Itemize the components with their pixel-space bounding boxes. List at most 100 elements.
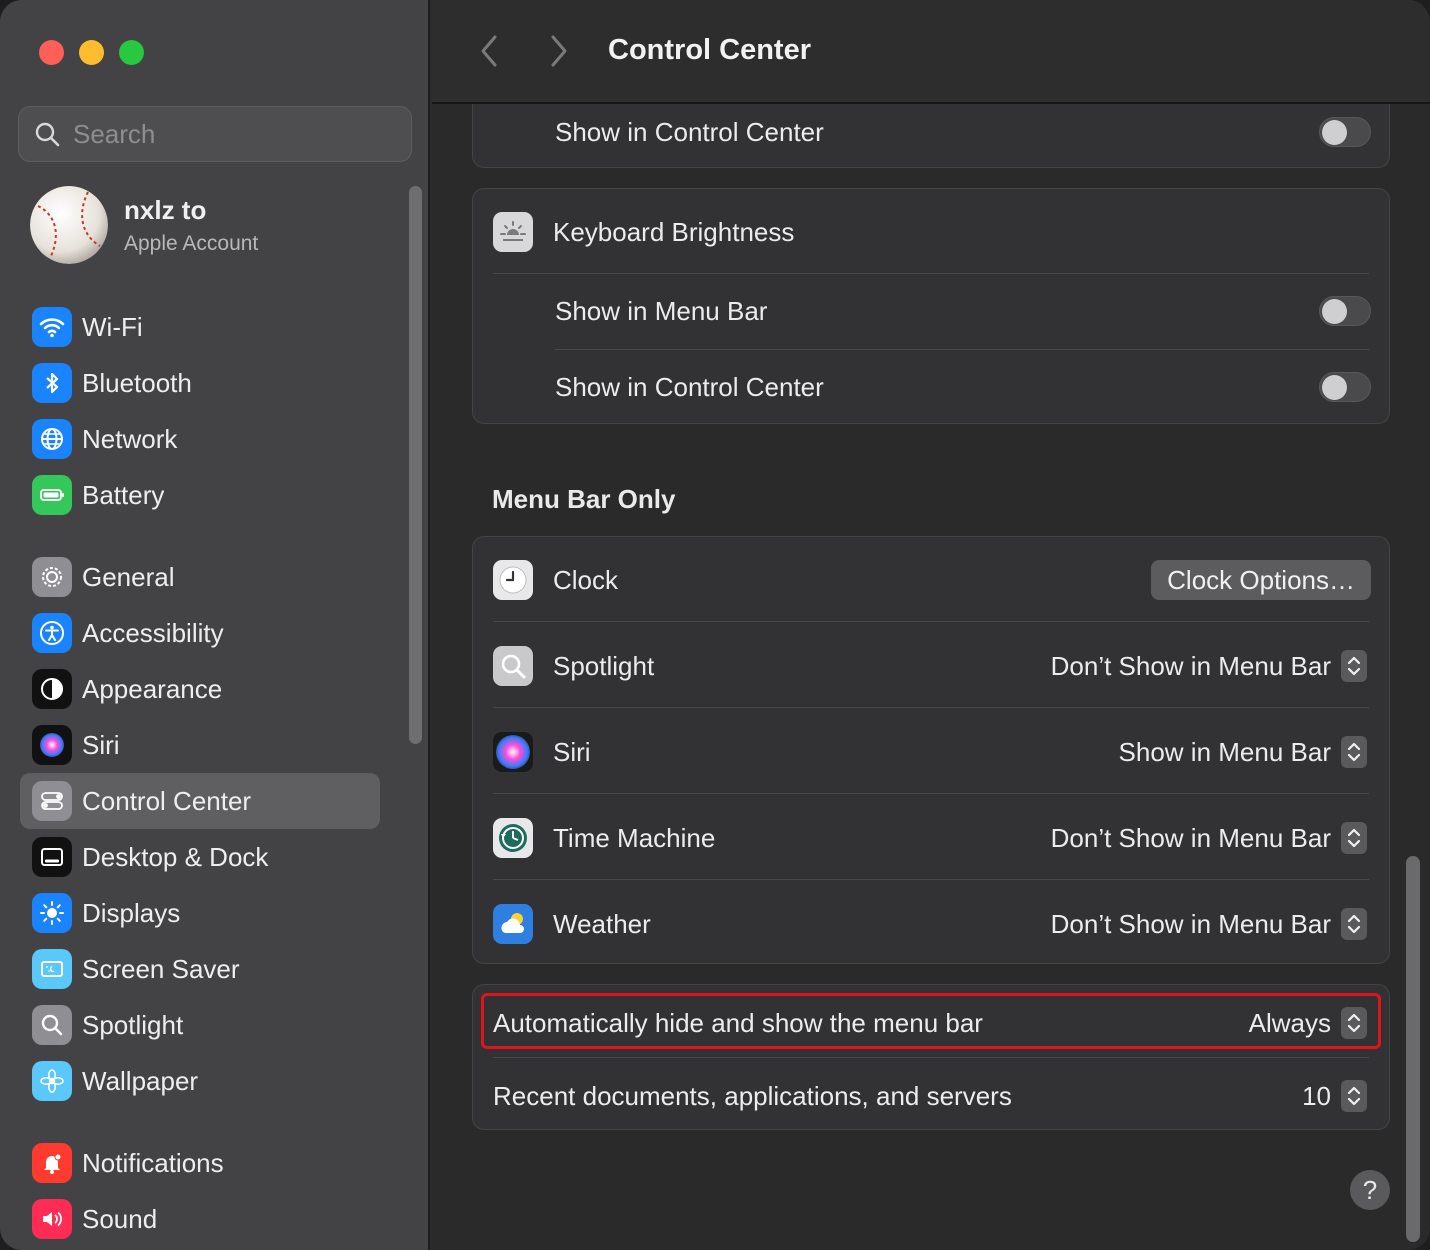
sidebar-item-label: Network — [82, 423, 178, 454]
sidebar-item-bluetooth[interactable]: Bluetooth — [20, 355, 380, 411]
siri-row: Siri Show in Menu Bar — [473, 729, 1391, 775]
recent-items-popup[interactable]: 10 — [1302, 1080, 1367, 1112]
battery-icon — [32, 475, 72, 515]
sidebar-item-sound[interactable]: Sound — [20, 1191, 380, 1247]
up-down-chevron-icon — [1341, 822, 1367, 854]
accessibility-icon — [32, 613, 72, 653]
search-icon — [35, 122, 60, 147]
zoom-window-button[interactable] — [119, 40, 144, 65]
up-down-chevron-icon — [1341, 650, 1367, 682]
keyboard-brightness-card: Keyboard Brightness Show in Menu Bar Sho… — [472, 188, 1390, 424]
sidebar-item-wallpaper[interactable]: Wallpaper — [20, 1053, 380, 1109]
close-window-button[interactable] — [39, 40, 64, 65]
gear-icon — [32, 557, 72, 597]
clock-options-button[interactable]: Clock Options… — [1151, 560, 1371, 600]
minimize-window-button[interactable] — [79, 40, 104, 65]
sidebar-item-wifi[interactable]: Wi-Fi — [20, 299, 380, 355]
weather-row: Weather Don’t Show in Menu Bar — [473, 901, 1391, 947]
sidebar-item-displays[interactable]: Displays — [20, 885, 380, 941]
dock-icon — [32, 837, 72, 877]
weather-menu-bar-popup[interactable]: Don’t Show in Menu Bar — [1051, 908, 1367, 940]
sidebar-item-label: Desktop & Dock — [82, 841, 269, 872]
sidebar-item-label: Screen Saver — [82, 953, 240, 984]
system-settings-window: nxlz to Apple Account Wi-Fi Bluetooth Ne… — [0, 0, 1430, 1250]
up-down-chevron-icon — [1341, 908, 1367, 940]
sidebar-item-label: Control Center — [82, 785, 252, 816]
row-label: Recent documents, applications, and serv… — [493, 1080, 1012, 1111]
show-in-control-center-toggle[interactable] — [1319, 117, 1371, 147]
sidebar-item-desktop-dock[interactable]: Desktop & Dock — [20, 829, 380, 885]
row-label: Show in Menu Bar — [555, 295, 768, 326]
avatar — [30, 186, 108, 264]
chevron-right-icon — [551, 35, 567, 67]
sidebar-item-label: Wallpaper — [82, 1065, 199, 1096]
account-subtitle: Apple Account — [124, 231, 259, 255]
sidebar-item-battery[interactable]: Battery — [20, 467, 380, 523]
sidebar-item-accessibility[interactable]: Accessibility — [20, 605, 380, 661]
bluetooth-icon — [32, 363, 72, 403]
apple-account[interactable]: nxlz to Apple Account — [30, 186, 258, 264]
account-name: nxlz to — [124, 194, 207, 225]
clock-row: Clock Clock Options… — [473, 557, 1391, 603]
sidebar-item-label: Battery — [82, 479, 165, 510]
time-machine-row: Time Machine Don’t Show in Menu Bar — [473, 815, 1391, 861]
sidebar-item-network[interactable]: Network — [20, 411, 380, 467]
time-machine-menu-bar-popup[interactable]: Don’t Show in Menu Bar — [1051, 822, 1367, 854]
main-pane: Control Center Show in Control Center Ke… — [432, 0, 1430, 1250]
sidebar-item-appearance[interactable]: Appearance — [20, 661, 380, 717]
sidebar: nxlz to Apple Account Wi-Fi Bluetooth Ne… — [0, 0, 430, 1250]
row-label: Show in Control Center — [555, 371, 824, 402]
back-button[interactable] — [474, 34, 504, 68]
up-down-chevron-icon — [1341, 1080, 1367, 1112]
popup-value: Don’t Show in Menu Bar — [1050, 650, 1331, 681]
sidebar-item-label: Accessibility — [82, 617, 224, 648]
sidebar-item-general[interactable]: General — [20, 549, 380, 605]
sidebar-item-notifications[interactable]: Notifications — [20, 1135, 380, 1191]
search-input[interactable] — [73, 118, 393, 150]
row-label: Siri — [553, 736, 591, 767]
sidebar-item-spotlight[interactable]: Spotlight — [20, 997, 380, 1053]
keyboard-show-in-menu-bar-toggle[interactable] — [1319, 296, 1371, 326]
globe-icon — [32, 419, 72, 459]
sun-icon — [32, 893, 72, 933]
sidebar-item-label: Sound — [82, 1203, 158, 1234]
screen-saver-icon — [32, 949, 72, 989]
search-field[interactable] — [18, 106, 412, 162]
keyboard-show-in-control-center-row: Show in Control Center — [473, 363, 1391, 411]
keyboard-show-in-control-center-toggle[interactable] — [1319, 372, 1371, 402]
sidebar-item-label: Notifications — [82, 1147, 224, 1178]
sidebar-item-control-center[interactable]: Control Center — [20, 773, 380, 829]
appearance-icon — [32, 669, 72, 709]
show-in-control-center-row: Show in Control Center — [473, 107, 1391, 157]
up-down-chevron-icon — [1341, 736, 1367, 768]
highlight-annotation — [481, 993, 1381, 1049]
row-label: Spotlight — [553, 650, 655, 681]
sidebar-scrollbar[interactable] — [409, 186, 422, 744]
keyboard-show-in-menu-bar-row: Show in Menu Bar — [473, 287, 1391, 335]
keyboard-brightness-header: Keyboard Brightness — [473, 209, 1391, 255]
sidebar-item-label: Displays — [82, 897, 181, 928]
toolbar: Control Center — [432, 0, 1430, 104]
row-label: Weather — [553, 908, 651, 939]
siri-menu-bar-popup[interactable]: Show in Menu Bar — [1119, 736, 1367, 768]
keyboard-brightness-icon — [493, 212, 533, 252]
main-scrollbar[interactable] — [1406, 856, 1420, 1242]
baseball-icon — [30, 186, 108, 264]
row-label: Clock — [553, 564, 619, 595]
sidebar-item-siri[interactable]: Siri — [20, 717, 380, 773]
help-button[interactable]: ? — [1350, 1170, 1390, 1210]
sidebar-item-label: Wi-Fi — [82, 311, 143, 342]
clock-icon — [493, 560, 533, 600]
row-title: Keyboard Brightness — [553, 216, 795, 247]
recent-items-row: Recent documents, applications, and serv… — [473, 1073, 1391, 1119]
forward-button[interactable] — [544, 34, 574, 68]
popup-value: Don’t Show in Menu Bar — [1050, 908, 1331, 939]
sidebar-item-screen-saver[interactable]: Screen Saver — [20, 941, 380, 997]
siri-icon — [32, 725, 72, 765]
sidebar-item-label: Siri — [82, 729, 120, 760]
flower-icon — [32, 1061, 72, 1101]
popup-value: Show in Menu Bar — [1118, 736, 1331, 767]
spotlight-menu-bar-popup[interactable]: Don’t Show in Menu Bar — [1051, 650, 1367, 682]
menu-bar-only-card: Clock Clock Options… Spotlight Don’t Sho… — [472, 536, 1390, 964]
sidebar-item-label: Appearance — [82, 673, 223, 704]
